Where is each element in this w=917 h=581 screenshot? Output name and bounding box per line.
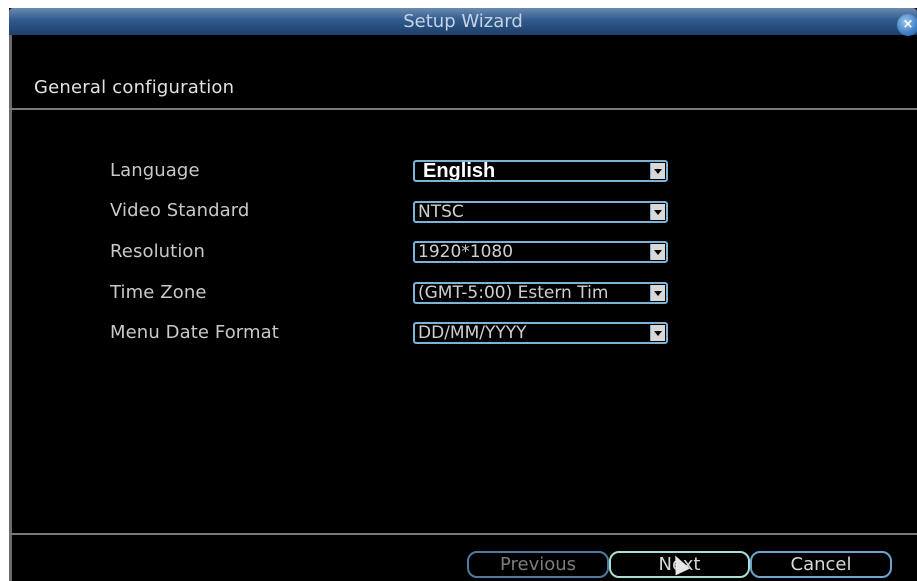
menu-date-format-label: Menu Date Format bbox=[110, 322, 279, 343]
close-icon[interactable]: × bbox=[897, 14, 917, 36]
video-standard-value: NTSC bbox=[418, 203, 464, 221]
chevron-down-icon[interactable] bbox=[650, 285, 665, 301]
language-select[interactable]: English bbox=[413, 160, 668, 182]
time-zone-value: (GMT-5:00) Estern Tim bbox=[418, 284, 609, 302]
chevron-down-icon[interactable] bbox=[650, 325, 665, 341]
divider-bottom bbox=[9, 533, 917, 535]
resolution-label: Resolution bbox=[110, 241, 206, 262]
previous-button[interactable]: Previous bbox=[467, 551, 609, 578]
menu-date-format-select[interactable]: DD/MM/YYYY bbox=[413, 322, 668, 344]
chevron-down-icon[interactable] bbox=[650, 204, 665, 220]
chevron-down-icon[interactable] bbox=[650, 244, 665, 260]
setup-wizard-window: Setup Wizard × General configuration Lan… bbox=[9, 8, 917, 581]
resolution-select[interactable]: 1920*1080 bbox=[413, 241, 668, 263]
divider-top bbox=[9, 108, 917, 110]
video-standard-label: Video Standard bbox=[110, 200, 250, 221]
window-titlebar: Setup Wizard bbox=[9, 8, 917, 35]
window-title: Setup Wizard bbox=[403, 11, 523, 32]
resolution-value: 1920*1080 bbox=[418, 243, 514, 261]
video-standard-select[interactable]: NTSC bbox=[413, 201, 668, 223]
window-left-border bbox=[9, 35, 12, 581]
section-title: General configuration bbox=[34, 77, 235, 98]
menu-date-format-value: DD/MM/YYYY bbox=[418, 324, 527, 342]
language-value: English bbox=[423, 162, 496, 180]
language-label: Language bbox=[110, 160, 200, 181]
time-zone-select[interactable]: (GMT-5:00) Estern Tim bbox=[413, 282, 668, 304]
cancel-button[interactable]: Cancel bbox=[750, 551, 892, 578]
time-zone-label: Time Zone bbox=[110, 282, 207, 303]
chevron-down-icon[interactable] bbox=[650, 163, 665, 179]
